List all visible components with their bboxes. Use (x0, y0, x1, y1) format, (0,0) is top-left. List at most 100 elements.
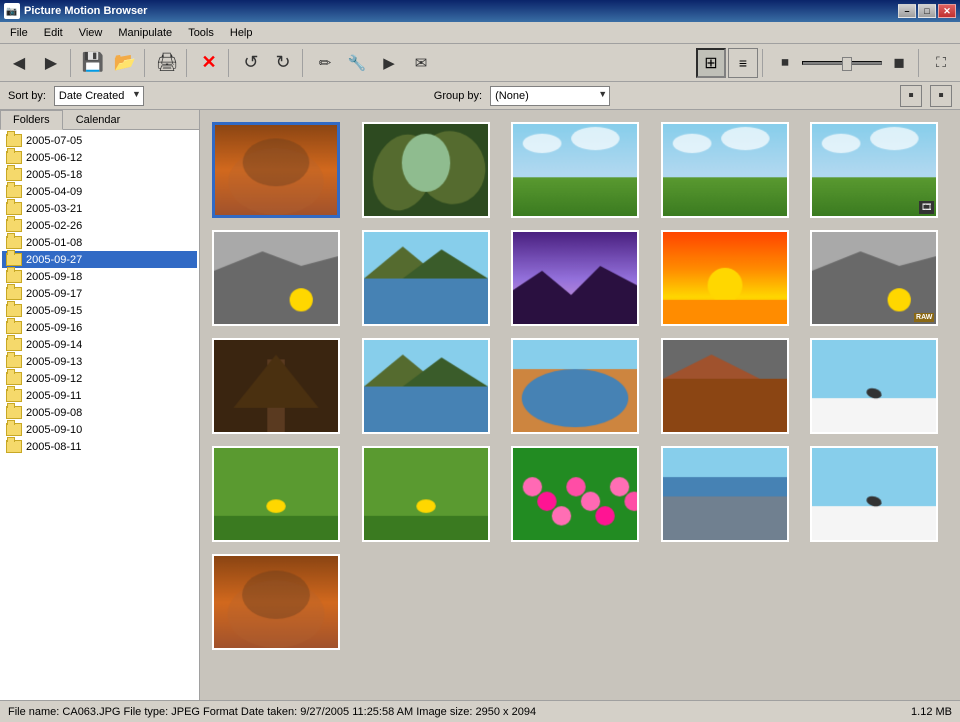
toolbar: ◀ ▶ 💾 📂 🖨 ✕ ↺ ↻ ✏ 🔧 ▶ ✉ ⊞ ≡ ◼ ◼ ⛶ (0, 44, 960, 82)
folder-name: 2005-09-18 (26, 271, 82, 283)
photo-thumb[interactable] (661, 230, 789, 326)
fix-button[interactable]: 🔧 (342, 48, 372, 78)
photo-thumb[interactable] (212, 230, 340, 326)
photo-thumb[interactable] (511, 338, 639, 434)
separator-4 (228, 49, 232, 77)
menu-view[interactable]: View (71, 25, 111, 41)
folder-item[interactable]: 2005-07-05 (2, 132, 197, 149)
export-button[interactable]: 📂 (110, 48, 140, 78)
photo-thumb[interactable] (511, 122, 639, 218)
folder-item[interactable]: 2005-09-10 (2, 421, 197, 438)
status-info: File name: CA063.JPG File type: JPEG For… (8, 706, 911, 718)
photo-thumb[interactable] (661, 446, 789, 542)
photo-thumb[interactable] (661, 122, 789, 218)
photo-thumb[interactable] (362, 230, 490, 326)
photo-thumb[interactable] (362, 338, 490, 434)
minimize-button[interactable]: – (898, 4, 916, 18)
folder-item[interactable]: 2005-09-08 (2, 404, 197, 421)
folder-item-selected[interactable]: 2005-09-27 (2, 251, 197, 268)
close-button[interactable]: ✕ (938, 4, 956, 18)
larger-button[interactable]: ◼ (884, 48, 914, 78)
group-select-wrapper: (None) Date Created File Name ▼ (490, 86, 610, 106)
fullscreen-button[interactable]: ⛶ (926, 48, 956, 78)
smaller-button[interactable]: ◼ (770, 48, 800, 78)
folder-item[interactable]: 2005-09-15 (2, 302, 197, 319)
folder-item[interactable]: 2005-09-16 (2, 319, 197, 336)
folder-list: 2005-07-05 2005-06-12 2005-05-18 2005-04… (0, 130, 199, 700)
separator-5 (302, 49, 306, 77)
maximize-button[interactable]: □ (918, 4, 936, 18)
folder-item[interactable]: 2005-05-18 (2, 166, 197, 183)
film-badge: 🎞 (919, 201, 934, 214)
folder-item[interactable]: 2005-08-11 (2, 438, 197, 455)
rotate-left-button[interactable]: ↺ (236, 48, 266, 78)
menu-manipulate[interactable]: Manipulate (110, 25, 180, 41)
grid-view-button[interactable]: ⊞ (696, 48, 726, 78)
tab-calendar[interactable]: Calendar (63, 110, 134, 129)
folder-item[interactable]: 2005-03-21 (2, 200, 197, 217)
view-option-1[interactable]: ▪ (900, 85, 922, 107)
tab-folders[interactable]: Folders (0, 110, 63, 130)
photo-thumb[interactable] (212, 338, 340, 434)
folder-item[interactable]: 2005-09-11 (2, 387, 197, 404)
list-view-button[interactable]: ≡ (728, 48, 758, 78)
sort-select[interactable]: Date Created File Name Date Modified Fil… (54, 86, 144, 106)
photo-thumb[interactable] (511, 446, 639, 542)
sidebar-tabs: Folders Calendar (0, 110, 199, 130)
edit-button[interactable]: ✏ (310, 48, 340, 78)
statusbar: File name: CA063.JPG File type: JPEG For… (0, 700, 960, 722)
import-button[interactable]: 💾 (78, 48, 108, 78)
rotate-right-button[interactable]: ↻ (268, 48, 298, 78)
folder-name: 2005-09-08 (26, 407, 82, 419)
folder-icon (6, 355, 22, 368)
separator-3 (186, 49, 190, 77)
menu-help[interactable]: Help (222, 25, 261, 41)
photo-thumb[interactable] (362, 122, 490, 218)
folder-item[interactable]: 2005-09-12 (2, 370, 197, 387)
photo-area: 🎞 RAW (200, 110, 960, 700)
folder-item[interactable]: 2005-06-12 (2, 149, 197, 166)
photo-thumb[interactable] (212, 122, 340, 218)
menu-tools[interactable]: Tools (180, 25, 222, 41)
zoom-slider[interactable] (802, 53, 882, 73)
folder-item[interactable]: 2005-09-18 (2, 268, 197, 285)
group-select[interactable]: (None) Date Created File Name (490, 86, 610, 106)
folder-item[interactable]: 2005-04-09 (2, 183, 197, 200)
photo-thumb[interactable] (212, 446, 340, 542)
app-title: Picture Motion Browser (24, 5, 898, 17)
menu-edit[interactable]: Edit (36, 25, 71, 41)
photo-thumb[interactable] (810, 446, 938, 542)
folder-item[interactable]: 2005-02-26 (2, 217, 197, 234)
folder-item[interactable]: 2005-09-13 (2, 353, 197, 370)
folder-item[interactable]: 2005-09-17 (2, 285, 197, 302)
folder-name: 2005-09-16 (26, 322, 82, 334)
email-button[interactable]: ✉ (406, 48, 436, 78)
folder-item[interactable]: 2005-09-14 (2, 336, 197, 353)
app-icon: 📷 (4, 3, 20, 19)
slideshow-button[interactable]: ▶ (374, 48, 404, 78)
photo-thumb[interactable] (362, 446, 490, 542)
photo-thumb[interactable] (212, 554, 340, 650)
folder-name: 2005-09-10 (26, 424, 82, 436)
delete-button[interactable]: ✕ (194, 48, 224, 78)
photo-thumb[interactable]: 🎞 (810, 122, 938, 218)
folder-name: 2005-09-14 (26, 339, 82, 351)
folder-name: 2005-09-27 (26, 254, 82, 266)
photo-thumb[interactable] (511, 230, 639, 326)
separator-6 (762, 49, 766, 77)
folder-icon (6, 372, 22, 385)
photo-grid: 🎞 RAW (208, 118, 952, 654)
folder-name: 2005-04-09 (26, 186, 82, 198)
view-option-2[interactable]: ▪ (930, 85, 952, 107)
folder-item[interactable]: 2005-01-08 (2, 234, 197, 251)
folder-name: 2005-09-17 (26, 288, 82, 300)
group-label: Group by: (434, 90, 482, 102)
print-button[interactable]: 🖨 (152, 48, 182, 78)
photo-thumb[interactable]: RAW (810, 230, 938, 326)
photo-thumb[interactable] (810, 338, 938, 434)
menu-file[interactable]: File (2, 25, 36, 41)
forward-button[interactable]: ▶ (36, 48, 66, 78)
photo-thumb[interactable] (661, 338, 789, 434)
back-button[interactable]: ◀ (4, 48, 34, 78)
folder-icon (6, 168, 22, 181)
